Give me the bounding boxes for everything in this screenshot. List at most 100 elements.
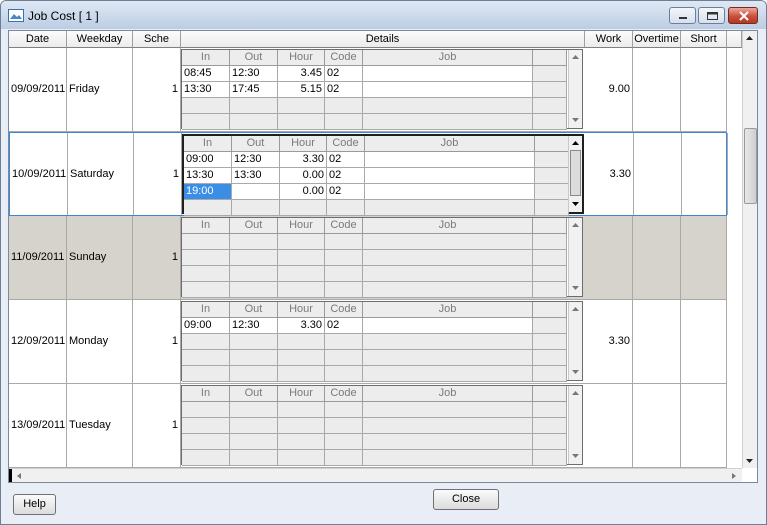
entry-out[interactable] xyxy=(232,184,280,200)
work-cell[interactable]: 3.30 xyxy=(586,133,634,215)
entry-in[interactable]: 19:00 xyxy=(184,184,232,200)
entry-code[interactable]: 02 xyxy=(325,66,363,82)
details-header-out[interactable]: Out xyxy=(230,50,278,66)
sche-cell[interactable]: 1 xyxy=(133,216,181,299)
empty-cell[interactable] xyxy=(182,234,230,250)
short-cell[interactable] xyxy=(681,300,727,383)
header-weekday[interactable]: Weekday xyxy=(67,31,133,48)
empty-cell[interactable] xyxy=(182,250,230,266)
entry-code[interactable]: 02 xyxy=(325,82,363,98)
scroll-thumb[interactable] xyxy=(744,128,757,204)
empty-cell[interactable] xyxy=(278,418,325,434)
entry-hour[interactable]: 5.15 xyxy=(278,82,325,98)
empty-cell[interactable] xyxy=(184,200,232,216)
sche-cell[interactable]: 1 xyxy=(133,300,181,383)
scroll-thumb[interactable] xyxy=(570,150,581,196)
empty-cell[interactable] xyxy=(230,450,278,466)
sche-cell[interactable]: 1 xyxy=(134,133,182,215)
minimize-button[interactable] xyxy=(669,7,696,24)
close-button[interactable]: Close xyxy=(433,489,499,510)
empty-cell[interactable] xyxy=(278,250,325,266)
entry-in[interactable]: 13:30 xyxy=(182,82,230,98)
empty-cell[interactable] xyxy=(278,98,325,114)
empty-cell[interactable] xyxy=(230,234,278,250)
details-header-in[interactable]: In xyxy=(182,218,230,234)
overtime-cell[interactable] xyxy=(633,216,681,299)
entry-in[interactable]: 08:45 xyxy=(182,66,230,82)
scroll-right-icon[interactable] xyxy=(727,469,740,483)
details-header-job[interactable]: Job xyxy=(363,218,533,234)
empty-cell[interactable] xyxy=(325,266,363,282)
details-grid[interactable]: In Out Hour Code Job xyxy=(181,217,583,298)
entry-hour[interactable]: 3.30 xyxy=(280,152,327,168)
entry-out[interactable]: 12:30 xyxy=(230,66,278,82)
details-header-code[interactable]: Code xyxy=(325,218,363,234)
empty-cell[interactable] xyxy=(278,434,325,450)
empty-cell[interactable] xyxy=(363,234,533,250)
table-row[interactable]: 10/09/2011 Saturday 1 3.30 In Out Hour Code Job 0… xyxy=(9,132,728,216)
weekday-cell[interactable]: Monday xyxy=(67,300,133,383)
empty-cell[interactable] xyxy=(230,98,278,114)
entry-job[interactable] xyxy=(365,184,535,200)
date-cell[interactable]: 13/09/2011 xyxy=(9,384,67,467)
entry-job[interactable] xyxy=(365,152,535,168)
empty-cell[interactable] xyxy=(325,402,363,418)
scroll-up-icon[interactable] xyxy=(569,136,582,150)
work-cell[interactable] xyxy=(585,216,633,299)
empty-cell[interactable] xyxy=(182,450,230,466)
empty-cell[interactable] xyxy=(363,334,533,350)
empty-cell[interactable] xyxy=(278,234,325,250)
empty-cell[interactable] xyxy=(278,334,325,350)
entry-out[interactable]: 17:45 xyxy=(230,82,278,98)
entry-out[interactable]: 13:30 xyxy=(232,168,280,184)
entry-hour[interactable]: 3.45 xyxy=(278,66,325,82)
overtime-cell[interactable] xyxy=(633,48,681,131)
details-grid[interactable]: In Out Hour Code Job 08:45 12:30 3.45 02 13:30 17:… xyxy=(181,49,583,130)
entry-hour[interactable]: 3.30 xyxy=(278,318,325,334)
table-row[interactable]: 13/09/2011 Tuesday 1 In Out Hour Code Job xyxy=(9,384,727,468)
scroll-up-icon[interactable] xyxy=(569,50,582,64)
details-header-hour[interactable]: Hour xyxy=(278,218,325,234)
empty-cell[interactable] xyxy=(278,350,325,366)
details-header-in[interactable]: In xyxy=(182,386,230,402)
short-cell[interactable] xyxy=(681,384,727,467)
empty-cell[interactable] xyxy=(363,98,533,114)
empty-cell[interactable] xyxy=(278,366,325,382)
empty-cell[interactable] xyxy=(182,434,230,450)
details-scrollbar[interactable] xyxy=(568,136,582,212)
empty-cell[interactable] xyxy=(363,434,533,450)
details-header-out[interactable]: Out xyxy=(230,386,278,402)
window-close-button[interactable] xyxy=(728,7,758,24)
header-work[interactable]: Work xyxy=(585,31,633,48)
short-cell[interactable] xyxy=(681,48,727,131)
scroll-left-icon[interactable] xyxy=(13,469,26,483)
entry-in[interactable]: 09:00 xyxy=(182,318,230,334)
entry-code[interactable]: 02 xyxy=(327,184,365,200)
details-scrollbar[interactable] xyxy=(568,50,582,128)
empty-cell[interactable] xyxy=(325,366,363,382)
empty-cell[interactable] xyxy=(325,450,363,466)
empty-cell[interactable] xyxy=(325,418,363,434)
table-row[interactable]: 12/09/2011 Monday 1 3.30 In Out Hour Code Job 09:… xyxy=(9,300,727,384)
empty-cell[interactable] xyxy=(182,402,230,418)
empty-cell[interactable] xyxy=(363,350,533,366)
scroll-down-icon[interactable] xyxy=(743,454,756,468)
work-cell[interactable] xyxy=(585,384,633,467)
entry-code[interactable]: 02 xyxy=(327,168,365,184)
maximize-button[interactable] xyxy=(698,7,725,24)
empty-cell[interactable] xyxy=(363,402,533,418)
table-row[interactable]: 09/09/2011 Friday 1 9.00 In Out Hour Code Job 08:… xyxy=(9,48,727,132)
weekday-cell[interactable]: Tuesday xyxy=(67,384,133,467)
scroll-down-icon[interactable] xyxy=(569,449,582,463)
details-scrollbar[interactable] xyxy=(568,218,582,296)
details-header-hour[interactable]: Hour xyxy=(278,302,325,318)
empty-cell[interactable] xyxy=(363,250,533,266)
work-cell[interactable]: 9.00 xyxy=(585,48,633,131)
entry-job[interactable] xyxy=(365,168,535,184)
empty-cell[interactable] xyxy=(230,366,278,382)
empty-cell[interactable] xyxy=(230,350,278,366)
scroll-up-icon[interactable] xyxy=(569,386,582,400)
date-cell[interactable]: 10/09/2011 xyxy=(10,133,68,215)
empty-cell[interactable] xyxy=(182,366,230,382)
empty-cell[interactable] xyxy=(230,266,278,282)
